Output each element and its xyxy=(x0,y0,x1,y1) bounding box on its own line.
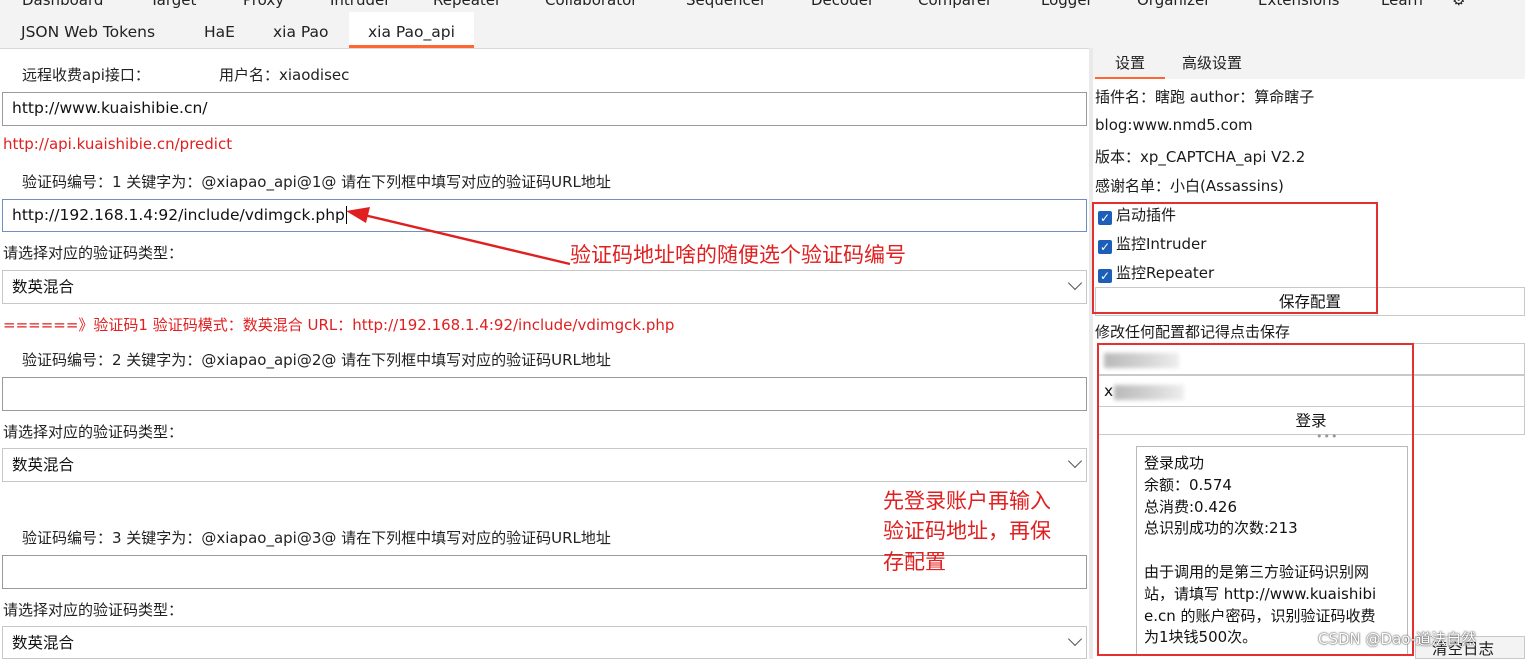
tab-hae[interactable]: HaE xyxy=(204,12,235,46)
menu-organizer[interactable]: Organizer xyxy=(1137,0,1210,9)
username-label: 用户名：xiaodisec xyxy=(219,66,350,84)
tab-xia-pao-api[interactable]: xia Pao_api xyxy=(349,12,474,48)
captcha-3-header: 验证码编号：3 关键字为：@xiapao_api@3@ 请在下列框中填写对应的验… xyxy=(22,529,611,547)
menu-decoder[interactable]: Decoder xyxy=(811,0,874,9)
status-line: ======》验证码1 验证码模式：数英混合 URL：http://192.16… xyxy=(3,316,675,334)
tab-json-web-tokens[interactable]: JSON Web Tokens xyxy=(21,12,155,46)
highlight-box-settings xyxy=(1092,202,1378,314)
extension-tab-bar: JSON Web Tokens HaE xia Pao xia Pao_api xyxy=(0,12,1525,49)
gear-icon[interactable]: ⚙ xyxy=(1452,0,1465,9)
menu-comparer[interactable]: Comparer xyxy=(918,0,992,9)
plugin-name: 插件名：瞎跑 author：算命瞎子 xyxy=(1095,88,1315,106)
captcha-2-header: 验证码编号：2 关键字为：@xiapao_api@2@ 请在下列框中填写对应的验… xyxy=(22,351,611,369)
captcha-3-type-select[interactable]: 数英混合 xyxy=(2,626,1087,659)
annotation-login-note-1: 先登录账户再输入 xyxy=(883,489,1051,513)
tab-advanced-settings[interactable]: 高级设置 xyxy=(1182,48,1242,77)
blog-text: blog:www.nmd5.com xyxy=(1095,116,1253,134)
menu-logger[interactable]: Logger xyxy=(1041,0,1093,9)
thanks-text: 感谢名单：小白(Assassins) xyxy=(1095,177,1284,195)
settings-tab-bar: 设置 高级设置 xyxy=(1093,48,1525,79)
captcha-1-type-label: 请选择对应的验证码类型： xyxy=(3,244,184,262)
captcha-3-type-value: 数英混合 xyxy=(12,634,75,652)
menu-sequencer[interactable]: Sequencer xyxy=(686,0,766,9)
captcha-1-type-value: 数英混合 xyxy=(12,278,75,296)
annotation-arrow-note: 验证码地址啥的随便选个验证码编号 xyxy=(570,243,906,267)
chevron-down-icon xyxy=(1067,275,1083,291)
menu-extensions[interactable]: Extensions xyxy=(1258,0,1339,9)
menu-intruder[interactable]: Intruder xyxy=(330,0,390,9)
captcha-2-type-label: 请选择对应的验证码类型： xyxy=(3,423,184,441)
menu-learn[interactable]: Learn xyxy=(1381,0,1423,9)
chevron-down-icon xyxy=(1067,631,1083,647)
captcha-1-header: 验证码编号：1 关键字为：@xiapao_api@1@ 请在下列框中填写对应的验… xyxy=(22,173,611,191)
captcha-2-url-field[interactable] xyxy=(2,377,1087,411)
menu-repeater[interactable]: Repeater xyxy=(433,0,501,9)
chevron-down-icon xyxy=(1067,453,1083,469)
captcha-2-type-select[interactable]: 数英混合 xyxy=(2,448,1087,482)
csdn-watermark: CSDN @Dao-道法自然 xyxy=(1318,630,1477,648)
annotation-arrow xyxy=(346,207,571,266)
top-menu: Dashboard Target Proxy Intruder Repeater… xyxy=(0,0,1525,12)
captcha-2-type-value: 数英混合 xyxy=(12,456,75,474)
annotation-login-note-2: 验证码地址，再保 xyxy=(883,519,1051,543)
tab-settings[interactable]: 设置 xyxy=(1095,48,1165,79)
remote-api-label: 远程收费api接口： xyxy=(22,66,150,84)
captcha-1-url-value: http://192.168.1.4:92/include/vdimgck.ph… xyxy=(12,206,345,224)
menu-collaborator[interactable]: Collaborator xyxy=(545,0,637,9)
menu-dashboard[interactable]: Dashboard xyxy=(22,0,103,9)
save-hint: 修改任何配置都记得点击保存 xyxy=(1095,323,1291,341)
annotation-login-note-3: 存配置 xyxy=(883,550,946,574)
version-text: 版本：xp_CAPTCHA_api V2.2 xyxy=(1095,148,1306,166)
captcha-3-type-label: 请选择对应的验证码类型： xyxy=(3,601,184,619)
tab-xia-pao[interactable]: xia Pao xyxy=(273,12,329,46)
menu-target[interactable]: Target xyxy=(150,0,196,9)
highlight-box-login xyxy=(1097,343,1414,656)
site-url-field[interactable]: http://www.kuaishibie.cn/ xyxy=(2,92,1087,126)
pane-divider[interactable] xyxy=(1089,48,1093,659)
predict-url-text: http://api.kuaishibie.cn/predict xyxy=(3,135,233,153)
menu-proxy[interactable]: Proxy xyxy=(243,0,284,9)
